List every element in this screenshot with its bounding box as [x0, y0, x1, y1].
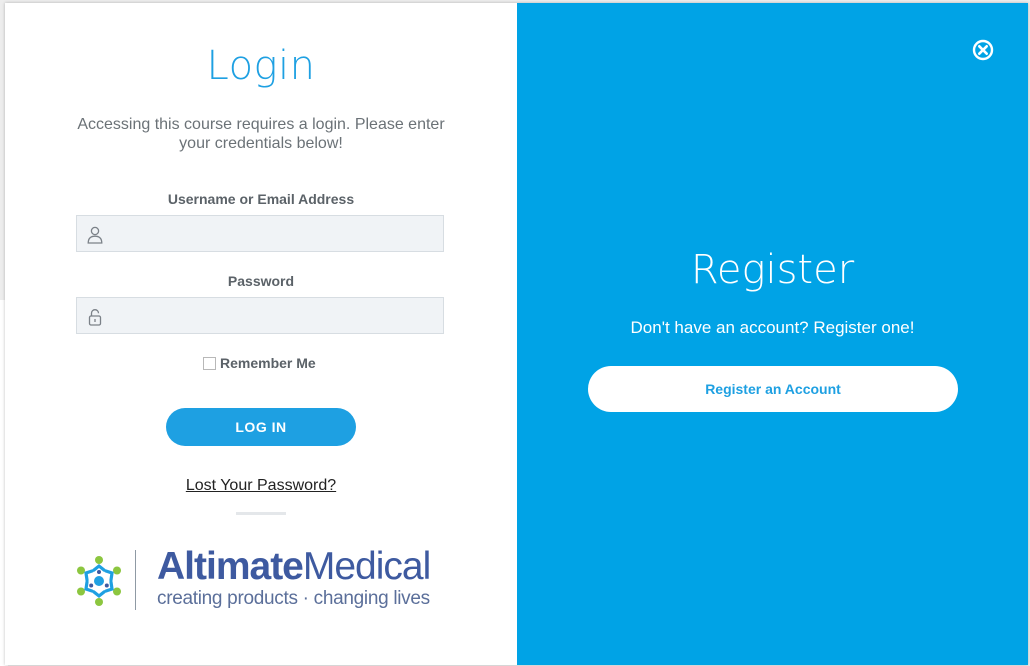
- logo-word-light: Medical: [302, 545, 431, 588]
- login-button[interactable]: LOG IN: [166, 408, 356, 446]
- login-panel: Login Accessing this course requires a l…: [5, 3, 517, 665]
- logo-word-bold: Altimate: [157, 545, 304, 588]
- user-icon: [87, 226, 103, 244]
- remember-me-checkbox[interactable]: [203, 356, 216, 370]
- lost-password-link[interactable]: Lost Your Password?: [186, 477, 336, 494]
- username-label: Username or Email Address: [167, 191, 355, 207]
- password-field-wrapper: [76, 297, 444, 335]
- remember-me-label[interactable]: Remember Me: [220, 355, 316, 371]
- register-title: Register: [690, 247, 855, 293]
- logo-separator: [135, 550, 136, 610]
- snowflake-logo-icon: [77, 556, 121, 606]
- logo-wordmark: AltimateMedical: [157, 545, 431, 589]
- register-panel: Register Don't have an account? Register…: [517, 3, 1028, 665]
- remember-me: Remember Me: [203, 355, 316, 371]
- register-description: Don't have an account? Register one!: [630, 318, 915, 337]
- lost-password-row: Lost Your Password?: [5, 477, 517, 495]
- login-register-modal: Login Accessing this course requires a l…: [5, 3, 1028, 665]
- lock-icon: [88, 309, 102, 326]
- logo-tagline: creating products · changing lives: [157, 588, 430, 609]
- login-title: Login: [206, 43, 316, 89]
- close-icon[interactable]: [972, 39, 994, 61]
- divider: [236, 512, 286, 515]
- password-input[interactable]: [109, 298, 443, 335]
- username-input[interactable]: [109, 216, 443, 253]
- login-description: Accessing this course requires a login. …: [77, 116, 445, 152]
- password-label: Password: [227, 273, 295, 289]
- register-account-button[interactable]: Register an Account: [588, 366, 958, 412]
- altimate-medical-logo: AltimateMedical creating products · chan…: [73, 545, 453, 616]
- username-field-wrapper: [76, 215, 444, 253]
